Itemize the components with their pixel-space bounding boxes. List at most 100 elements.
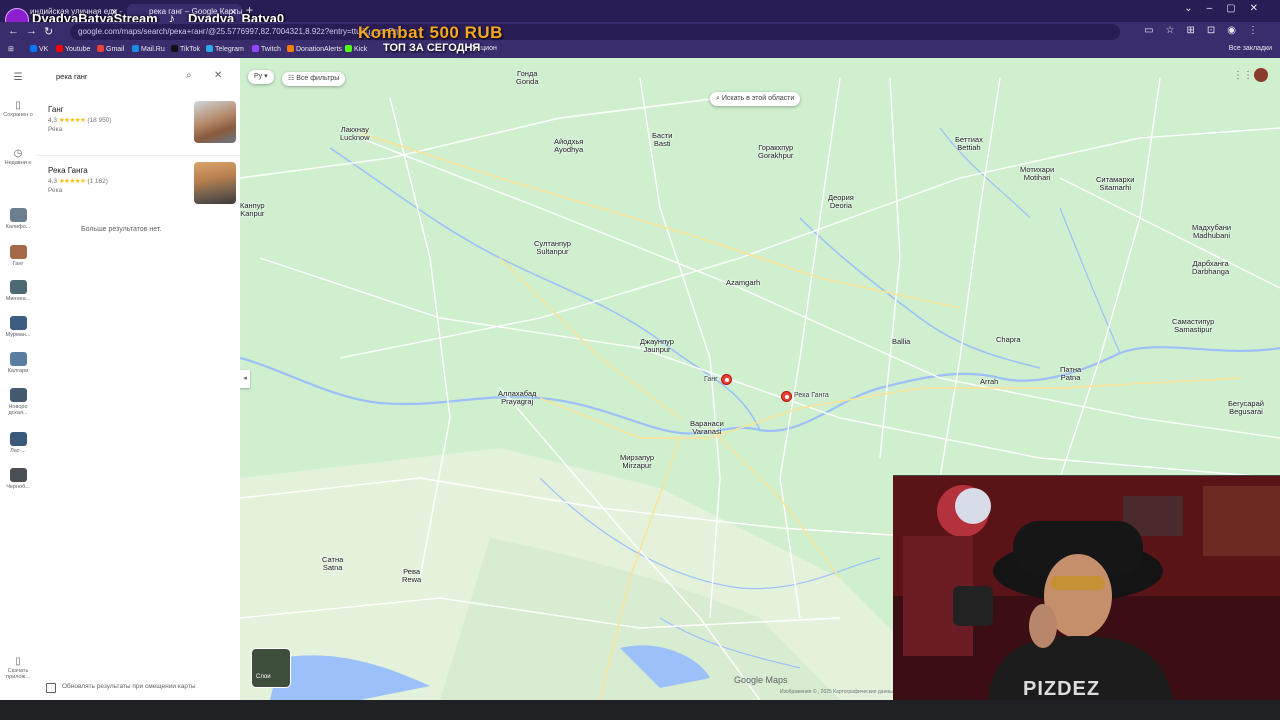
city-label[interactable]: Сатна Satna <box>322 556 343 572</box>
avatar[interactable] <box>1254 68 1268 82</box>
phone-icon: ▯ <box>15 656 21 667</box>
bookmark-mailru[interactable]: Mail.Ru <box>132 45 165 53</box>
city-label[interactable]: Мадхубани Madhubani <box>1192 224 1231 240</box>
city-label[interactable]: Arrah <box>980 378 998 386</box>
url-text: google.com/maps/search/река+ганг/@25.577… <box>78 27 399 36</box>
recent-place[interactable]: Черноб... <box>0 468 36 490</box>
city-label[interactable]: Ситамархи Sitamarhi <box>1096 176 1134 192</box>
city-label[interactable]: Варанаси Varanasi <box>690 420 724 436</box>
city-label[interactable]: Лакхнау Lucknow <box>340 126 370 142</box>
search-area-button[interactable]: ⌕ Искать в этой области <box>710 92 801 106</box>
city-label[interactable]: Дарбханга Darbhanga <box>1192 260 1229 276</box>
city-label[interactable]: Султанпур Sultanpur <box>534 240 571 256</box>
recent-place[interactable]: Лас-... <box>0 432 36 454</box>
all-bookmarks[interactable]: Все закладки <box>1229 45 1272 52</box>
webcam-feed <box>893 476 1280 701</box>
result-title: Ганг <box>48 105 64 114</box>
city-label[interactable]: Горакхпур Gorakhpur <box>758 144 793 160</box>
river <box>799 217 1041 369</box>
bookmark-gmail[interactable]: Gmail <box>97 45 124 53</box>
city-label[interactable]: Самастипур Samastipur <box>1172 318 1214 334</box>
pin-label[interactable]: Река Ганга <box>794 392 829 399</box>
history-icon: ◷ <box>13 148 23 159</box>
recent-place[interactable]: Калифо... <box>0 208 36 230</box>
language-dropdown[interactable]: Ру ▾ <box>248 70 274 84</box>
no-more-results: Больше результатов нет. <box>81 226 162 233</box>
all-filters-button[interactable]: ☷ Все фильтры <box>282 72 346 86</box>
close-icon[interactable]: ✕ <box>214 70 222 81</box>
extension-icons[interactable]: ▭☆⊞⊡◉⋮ <box>1144 25 1270 36</box>
recent-place[interactable]: Новоро дская... <box>0 388 36 416</box>
city-label[interactable]: Патна Patna <box>1060 366 1081 382</box>
back-icon[interactable]: ← <box>8 25 19 37</box>
search-icon: ⌕ <box>716 95 720 102</box>
city-label[interactable]: Джаунпур Jaunpur <box>640 338 674 354</box>
result-type: Река <box>48 187 63 194</box>
recent-place[interactable]: Миннеа... <box>0 280 36 302</box>
recent-button[interactable]: ◷ Недавни е <box>0 148 36 166</box>
promo-title: Kombat 500 RUB <box>358 23 503 42</box>
collapse-panel-button[interactable]: ◂ <box>240 370 250 388</box>
city-label[interactable]: Мотихари Motihari <box>1020 166 1054 182</box>
city-label[interactable]: Деория Deoria <box>828 194 854 210</box>
city-label[interactable]: Ballia <box>892 338 910 346</box>
apps-grid-icon[interactable]: ⋮⋮ <box>1233 70 1253 81</box>
layers-label: Слои <box>256 674 271 680</box>
place-pin[interactable] <box>721 374 732 385</box>
city-label[interactable]: Беттиах Bettiah <box>955 136 983 152</box>
city-label[interactable]: Канпур Kanpur <box>240 202 265 218</box>
stars-icon: ★★★★★ <box>58 117 86 124</box>
promo-subtitle: ТОП ЗА СЕГОДНЯ <box>383 42 481 54</box>
city-label[interactable]: Chapra <box>996 336 1021 344</box>
city-label[interactable]: Мирзапур Mirzapur <box>620 454 654 470</box>
result-photo[interactable] <box>194 101 236 143</box>
saved-button[interactable]: ▯ Сохранен о <box>0 100 36 118</box>
result-photo[interactable] <box>194 162 236 204</box>
search-input[interactable] <box>54 71 178 82</box>
place-pin[interactable] <box>781 391 792 402</box>
city-label[interactable]: Айодхья Ayodhya <box>554 138 583 154</box>
river <box>1059 207 1121 354</box>
forward-icon[interactable]: → <box>26 25 37 37</box>
url-field[interactable]: google.com/maps/search/река+ганг/@25.577… <box>70 24 1120 40</box>
address-bar-row: ← → ↻ google.com/maps/search/река+ганг/@… <box>0 22 1280 42</box>
bookmark-donationalerts[interactable]: DonationAlerts <box>287 45 342 53</box>
city-label[interactable]: Azamgarh <box>726 279 760 287</box>
city-label[interactable]: Рева Rewa <box>402 568 421 584</box>
bookmark-kick[interactable]: Kick <box>345 45 367 53</box>
search-results-panel: ⌕ ✕ Ганг 4,3 ★★★★★ (18 950) Река Река Га… <box>36 58 240 700</box>
divider <box>36 155 240 156</box>
bookmark-twitch[interactable]: Twitch <box>252 45 281 53</box>
bookmark-youtube[interactable]: Youtube <box>56 45 90 53</box>
city-label[interactable]: Бегусарай Begusarai <box>1228 400 1264 416</box>
layers-button[interactable]: Слои <box>251 648 291 688</box>
maps-rail: ☰ ▯ Сохранен о ◷ Недавни е Калифо... Ганг … <box>0 58 37 700</box>
map-attribution: Изображения © , 2025 Картографические да… <box>780 689 896 695</box>
bookmark-tiktok[interactable]: TikTok <box>171 45 200 53</box>
google-maps-logo: Google Maps <box>734 675 788 685</box>
bottom-bar <box>0 700 1280 720</box>
window-controls[interactable]: ⌄–▢✕ <box>1184 3 1272 14</box>
search-icon[interactable]: ⌕ <box>186 70 192 81</box>
bookmarks-bar: ⊞ VK Youtube Gmail Mail.Ru TikTok Telegr… <box>0 42 1280 59</box>
city-label[interactable]: Гонда Gonda <box>516 70 539 86</box>
menu-icon[interactable]: ☰ <box>0 72 36 84</box>
reload-icon[interactable]: ↻ <box>44 25 53 38</box>
update-on-move-checkbox[interactable] <box>46 683 56 693</box>
download-app-button[interactable]: ▯ Скачать прилож... <box>0 656 36 680</box>
apps-icon[interactable]: ⊞ <box>8 45 14 53</box>
recent-place[interactable]: Мурман... <box>0 316 36 338</box>
city-label[interactable]: Аллахабад Prayagraj <box>498 390 536 406</box>
result-title: Река Ганга <box>48 166 88 175</box>
recent-place[interactable]: Калгари <box>0 352 36 374</box>
bookmark-telegram[interactable]: Telegram <box>206 45 244 53</box>
recent-place[interactable]: Ганг <box>0 245 36 267</box>
result-item[interactable]: Ганг 4,3 ★★★★★ (18 950) Река <box>48 101 236 151</box>
shirt-text: PIZDEZ <box>1023 678 1101 700</box>
city-label[interactable]: Басти Basti <box>652 132 672 148</box>
pin-label[interactable]: Ганг <box>704 376 718 383</box>
bookmark-icon: ▯ <box>15 100 21 111</box>
result-item[interactable]: Река Ганга 4,3 ★★★★★ (1 162) Река <box>48 162 236 212</box>
bookmark-vk[interactable]: VK <box>30 45 48 53</box>
update-on-move-label: Обновлять результаты при смещении карты <box>62 683 196 690</box>
